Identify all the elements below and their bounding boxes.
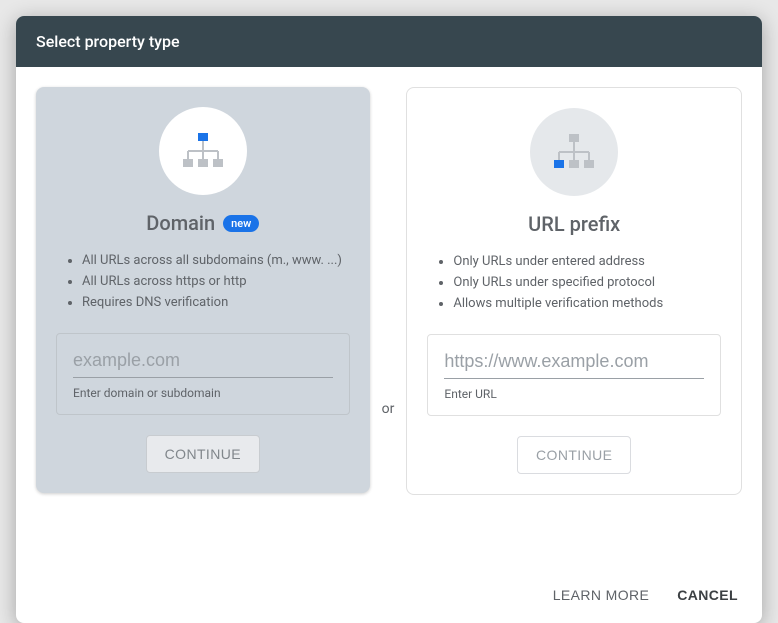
property-type-modal: Select property type xyxy=(16,16,762,623)
url-bullets: Only URLs under entered address Only URL… xyxy=(427,252,721,314)
cancel-button[interactable]: CANCEL xyxy=(677,587,738,603)
url-input[interactable] xyxy=(444,351,704,379)
domain-card[interactable]: Domain new All URLs across all subdomain… xyxy=(36,87,370,493)
list-item: All URLs across all subdomains (m., www.… xyxy=(82,251,350,272)
modal-footer: LEARN MORE CANCEL xyxy=(16,571,762,623)
or-separator: or xyxy=(370,401,407,417)
url-input-wrap: Enter URL xyxy=(427,334,721,416)
modal-title: Select property type xyxy=(16,16,762,67)
url-card-title: URL prefix xyxy=(528,212,620,236)
new-badge: new xyxy=(223,215,259,232)
list-item: Only URLs under entered address xyxy=(453,252,721,273)
learn-more-button[interactable]: LEARN MORE xyxy=(553,587,650,603)
url-icon-circle xyxy=(530,108,618,196)
url-prefix-card[interactable]: URL prefix Only URLs under entered addre… xyxy=(406,87,742,495)
list-item: Only URLs under specified protocol xyxy=(453,273,721,294)
domain-bullets: All URLs across all subdomains (m., www.… xyxy=(56,251,350,313)
modal-body: Domain new All URLs across all subdomain… xyxy=(16,67,762,571)
domain-input[interactable] xyxy=(73,350,333,378)
url-card-title-row: URL prefix xyxy=(528,212,620,236)
list-item: Allows multiple verification methods xyxy=(453,294,721,315)
list-item: All URLs across https or http xyxy=(82,272,350,293)
domain-input-wrap: Enter domain or subdomain xyxy=(56,333,350,415)
domain-icon-circle xyxy=(159,107,247,195)
domain-input-helper: Enter domain or subdomain xyxy=(73,386,333,400)
url-continue-button[interactable]: CONTINUE xyxy=(517,436,631,474)
hierarchy-icon xyxy=(180,131,226,171)
domain-card-title-row: Domain new xyxy=(146,211,259,235)
domain-card-title: Domain xyxy=(146,211,215,235)
list-item: Requires DNS verification xyxy=(82,293,350,314)
hierarchy-icon xyxy=(551,132,597,172)
domain-continue-button[interactable]: CONTINUE xyxy=(146,435,260,473)
url-input-helper: Enter URL xyxy=(444,387,704,401)
